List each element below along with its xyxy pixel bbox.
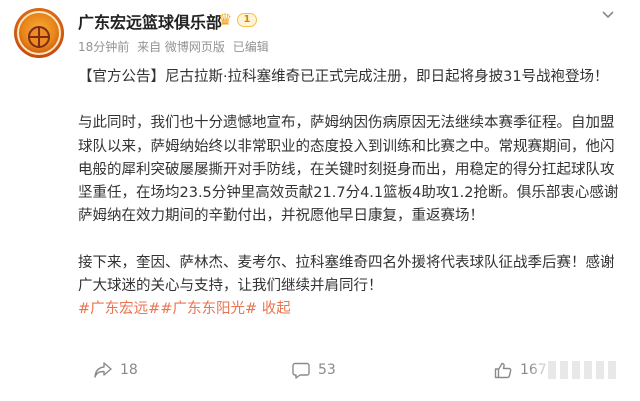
post-time[interactable]: 18分钟前 — [78, 40, 129, 54]
hashtag-link[interactable]: #广东东阳光# — [160, 301, 257, 317]
account-name[interactable]: 广东宏远篮球俱乐部 — [78, 9, 222, 33]
like-animation-overlay — [530, 361, 620, 379]
action-bar: 18 53 167 — [0, 355, 640, 385]
post-meta: 18分钟前 来自 微博网页版 已编辑 — [78, 38, 273, 55]
collapse-link[interactable]: 收起 — [262, 301, 291, 317]
vip-badge[interactable]: ♛ 1 — [218, 11, 258, 29]
post-source: 来自 微博网页版 — [137, 40, 225, 54]
share-icon — [94, 362, 112, 378]
vip-level: 1 — [237, 13, 257, 27]
share-button[interactable]: 18 — [94, 355, 138, 385]
post-paragraph: 【官方公告】尼古拉斯·拉科塞维奇已正式完成注册，即日起将身披31号战袍登场！ — [78, 69, 609, 85]
edited-label[interactable]: 已编辑 — [233, 40, 269, 54]
post-paragraph: 与此同时，我们也十分遗憾地宣布，萨姆纳因伤病原因无法继续本赛季征程。自加盟球队以… — [78, 115, 619, 225]
avatar[interactable] — [14, 8, 64, 58]
post-body: 【官方公告】尼古拉斯·拉科塞维奇已正式完成注册，即日起将身披31号战袍登场！ 与… — [78, 66, 626, 322]
post-paragraph: 接下来，奎因、萨林杰、麦考尔、拉科塞维奇四名外援将代表球队征战季后赛！感谢广大球… — [78, 252, 626, 322]
basketball-icon — [28, 26, 50, 48]
crown-icon: ♛ — [218, 10, 233, 29]
hashtag-link[interactable]: #广东宏远# — [78, 301, 160, 317]
share-count: 18 — [120, 362, 138, 378]
weibo-post-card: 广东宏远篮球俱乐部 ♛ 1 18分钟前 来自 微博网页版 已编辑 【官方公告】尼… — [0, 0, 640, 401]
chevron-down-icon[interactable] — [598, 10, 618, 20]
post-paragraph-text: 接下来，奎因、萨林杰、麦考尔、拉科塞维奇四名外援将代表球队征战季后赛！感谢广大球… — [78, 254, 615, 295]
thumb-up-icon — [494, 362, 512, 378]
comment-count: 53 — [318, 362, 336, 378]
comment-button[interactable]: 53 — [292, 355, 336, 385]
comment-icon — [292, 362, 310, 379]
